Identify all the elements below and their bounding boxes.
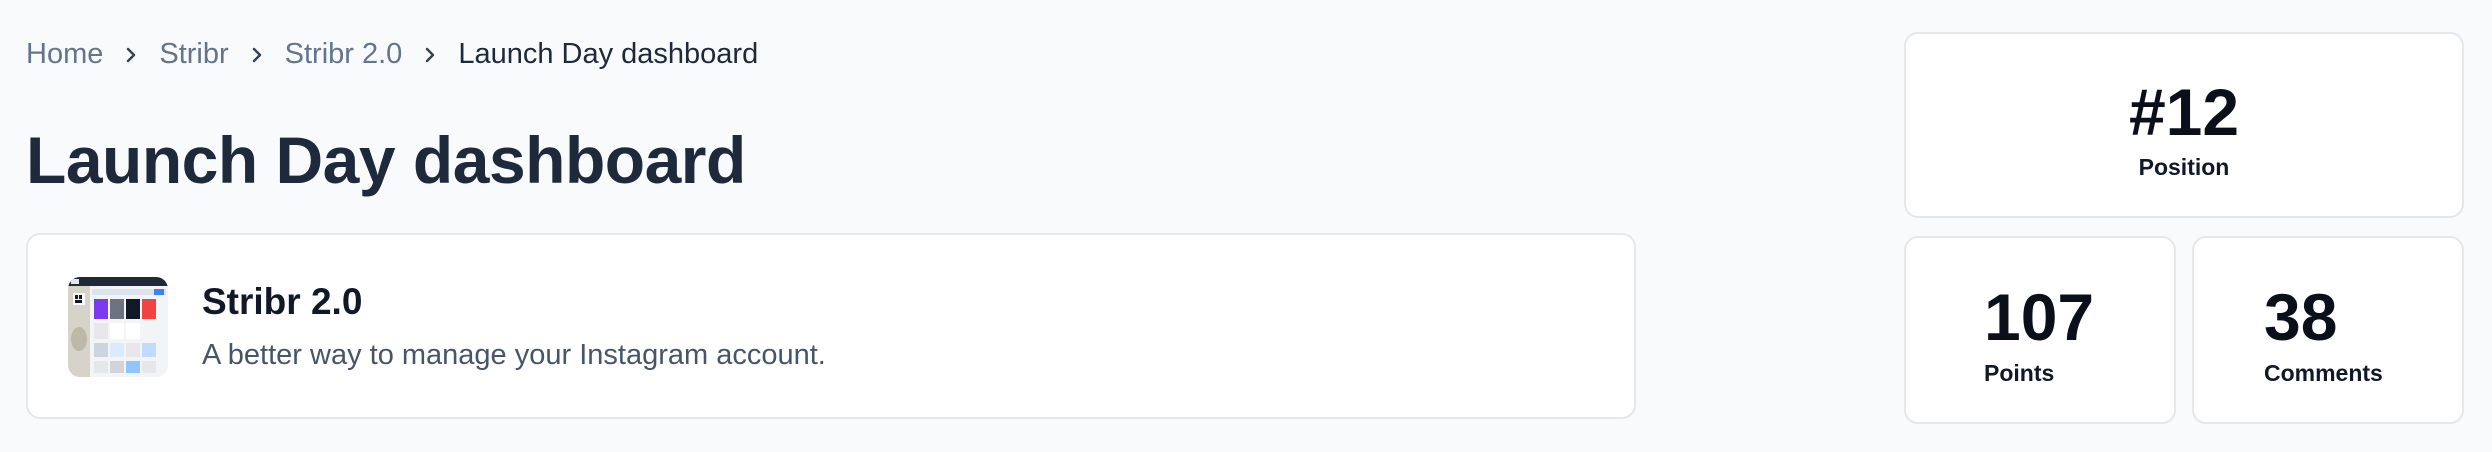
product-tagline: A better way to manage your Instagram ac… xyxy=(202,339,826,371)
position-value: #12 xyxy=(2128,75,2240,149)
breadcrumb-stribr-2[interactable]: Stribr 2.0 xyxy=(285,38,403,71)
comments-value: 38 xyxy=(2264,280,2338,354)
chevron-right-icon xyxy=(249,47,265,63)
points-stat-card: 107 Points xyxy=(1904,236,2176,424)
breadcrumb-current: Launch Day dashboard xyxy=(458,38,759,70)
chevron-right-icon xyxy=(123,47,139,63)
points-value: 107 xyxy=(1984,280,2095,354)
page-title: Launch Day dashboard xyxy=(26,123,746,197)
product-thumbnail xyxy=(68,277,168,377)
comments-stat-card: 38 Comments xyxy=(2192,236,2464,424)
product-name: Stribr 2.0 xyxy=(202,281,363,322)
points-label: Points xyxy=(1984,360,2055,386)
position-label: Position xyxy=(2138,154,2230,180)
position-stat-card: #12 Position xyxy=(1904,32,2464,218)
breadcrumb-home[interactable]: Home xyxy=(26,38,103,71)
product-card[interactable]: Stribr 2.0 A better way to manage your I… xyxy=(26,233,1636,419)
breadcrumb-stribr[interactable]: Stribr xyxy=(159,38,228,71)
breadcrumb: Home Stribr Stribr 2.0 Launch Day dashbo… xyxy=(26,38,758,71)
comments-label: Comments xyxy=(2264,360,2383,386)
chevron-right-icon xyxy=(422,47,438,63)
